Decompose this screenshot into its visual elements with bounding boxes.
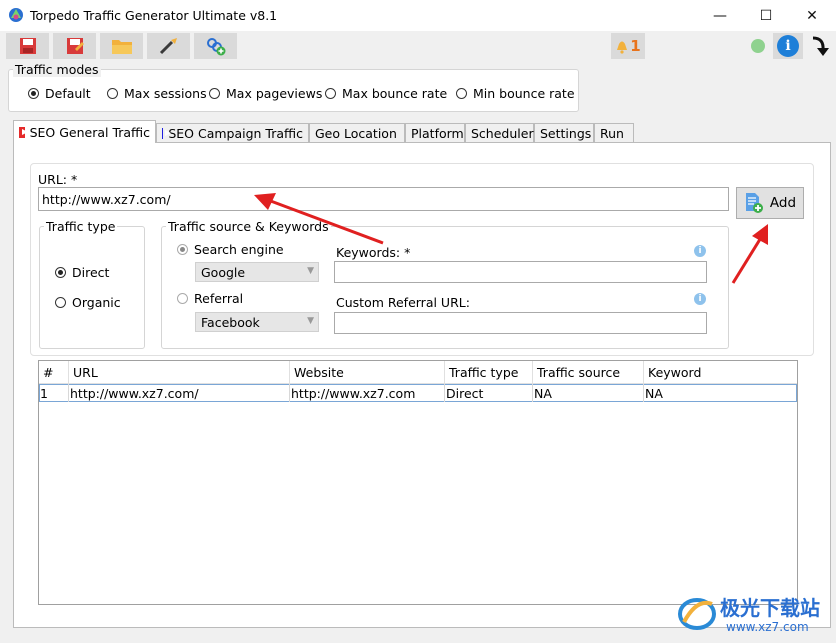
annotation-arrow-url — [267, 198, 384, 245]
annotation-arrows — [254, 193, 768, 284]
tab-seo-general[interactable]: SEO General Traffic — [13, 120, 156, 143]
annotation-arrow-add — [731, 235, 764, 284]
watermark-url: www.xz7.com — [726, 620, 809, 634]
watermark-brand: 极光下载站 — [720, 596, 820, 620]
watermark: 极光下载站 www.xz7.com — [676, 588, 836, 643]
watermark-logo-icon — [678, 598, 716, 630]
tab-label: SEO General Traffic — [29, 124, 150, 140]
red-flag-icon — [19, 126, 28, 138]
